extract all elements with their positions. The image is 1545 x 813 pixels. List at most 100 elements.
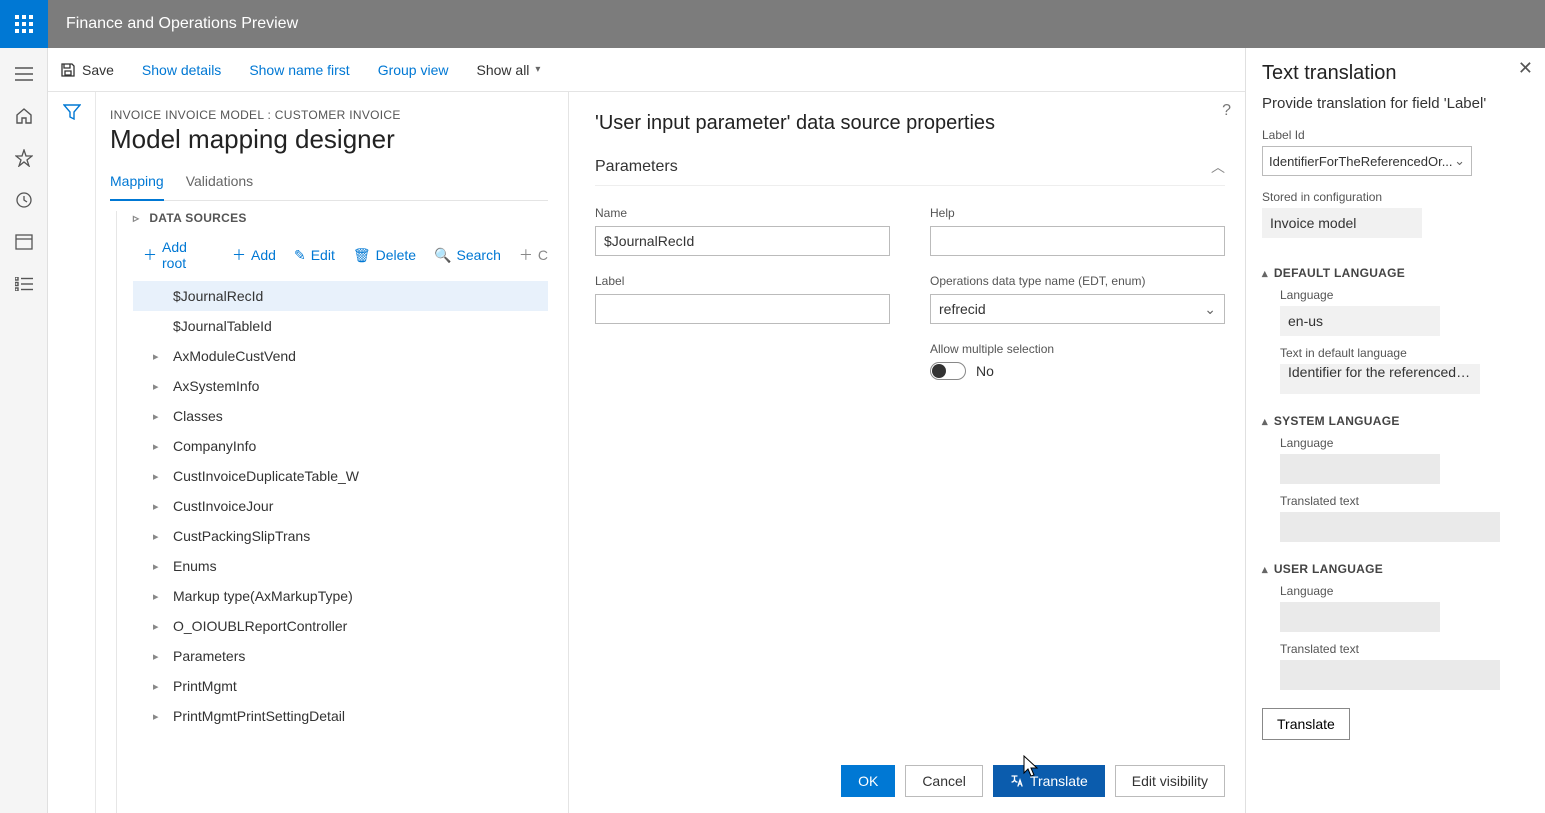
trash-icon: 🗑 — [353, 247, 371, 264]
help-input[interactable] — [930, 226, 1225, 256]
translate-icon — [1010, 774, 1024, 788]
user-language-input[interactable] — [1280, 602, 1440, 632]
datasource-label: CompanyInfo — [173, 438, 256, 454]
edit-label: Edit — [311, 247, 335, 263]
translate-action-button[interactable]: Translate — [1262, 708, 1350, 740]
caret-icon[interactable]: ▴ — [1262, 267, 1268, 280]
expand-icon[interactable]: ▸ — [153, 560, 163, 573]
expand-icon[interactable]: ▸ — [153, 350, 163, 363]
favorites-icon[interactable] — [14, 148, 34, 168]
help-label: Help — [930, 206, 1225, 220]
show-name-first-button[interactable]: Show name first — [249, 62, 349, 78]
add-root-button[interactable]: ＋Add root — [143, 239, 214, 271]
name-input[interactable] — [595, 226, 890, 256]
datasource-label: CustInvoiceDuplicateTable_W — [173, 468, 359, 484]
user-text-input[interactable] — [1280, 660, 1500, 690]
expand-icon[interactable]: ▸ — [153, 500, 163, 513]
datasource-row[interactable]: ▸ AxSystemInfo — [133, 371, 548, 401]
datasources-header: DATA SOURCES — [149, 211, 246, 225]
filter-icon[interactable] — [63, 104, 81, 813]
expand-icon[interactable]: ▸ — [153, 650, 163, 663]
expand-icon[interactable]: ▸ — [153, 680, 163, 693]
datasource-label: $JournalTableId — [173, 318, 272, 334]
datasource-row[interactable]: ▸Markup type(AxMarkupType) — [133, 581, 548, 611]
datasource-row[interactable]: ▸ CompanyInfo — [133, 431, 548, 461]
help-icon[interactable]: ? — [1222, 102, 1231, 120]
system-text-input[interactable] — [1280, 512, 1500, 542]
app-title: Finance and Operations Preview — [48, 15, 316, 33]
breadcrumb: INVOICE INVOICE MODEL : CUSTOMER INVOICE — [110, 108, 548, 122]
chevron-down-icon: ⌄ — [1454, 153, 1465, 169]
user-language-label: Language — [1280, 584, 1529, 598]
show-details-button[interactable]: Show details — [142, 62, 221, 78]
edit-button[interactable]: ✎Edit — [294, 239, 335, 271]
datasource-row[interactable]: ▸CustPackingSlipTrans — [133, 521, 548, 551]
datasource-row[interactable]: ▸$JournalTableId — [133, 311, 548, 341]
modules-icon[interactable] — [14, 274, 34, 294]
save-label: Save — [82, 62, 114, 78]
show-all-button[interactable]: Show all ▾ — [477, 62, 541, 78]
label-input[interactable] — [595, 294, 890, 324]
datasource-row[interactable]: ▸ CustInvoiceJour — [133, 491, 548, 521]
datasource-row[interactable]: ▸$JournalRecId — [133, 281, 548, 311]
datasource-label: AxSystemInfo — [173, 378, 259, 394]
system-language-input[interactable] — [1280, 454, 1440, 484]
datasource-row[interactable]: ▸PrintMgmtPrintSettingDetail — [133, 701, 548, 731]
expand-icon[interactable]: ▸ — [153, 440, 163, 453]
delete-label: Delete — [376, 247, 416, 263]
datasource-row[interactable]: ▸Classes — [133, 401, 548, 431]
datasource-row[interactable]: ▸Enums — [133, 551, 548, 581]
caret-icon[interactable]: ▴ — [1262, 415, 1268, 428]
collapse-icon[interactable]: ︿ — [1211, 157, 1225, 177]
allow-multi-value: No — [976, 363, 994, 379]
search-button[interactable]: 🔍Search — [434, 239, 501, 271]
labelid-value: IdentifierForTheReferencedOr... — [1269, 154, 1453, 169]
default-language-label: Language — [1280, 288, 1529, 302]
expand-icon[interactable]: ▹ — [133, 211, 139, 225]
expand-icon[interactable]: ▸ — [153, 590, 163, 603]
stored-label: Stored in configuration — [1262, 190, 1529, 204]
add-button[interactable]: ＋Add — [232, 239, 276, 271]
page-title: Model mapping designer — [110, 124, 548, 155]
edt-select[interactable]: refrecid ⌄ — [930, 294, 1225, 324]
expand-icon[interactable]: ▸ — [153, 530, 163, 543]
caret-icon[interactable]: ▴ — [1262, 563, 1268, 576]
app-launcher[interactable] — [0, 0, 48, 48]
delete-button[interactable]: 🗑 Delete — [353, 239, 416, 271]
datasource-row[interactable]: ▸ PrintMgmt — [133, 671, 548, 701]
dialog-title: 'User input parameter' data source prope… — [595, 112, 1225, 135]
tab-validations[interactable]: Validations — [186, 169, 253, 200]
group-view-button[interactable]: Group view — [378, 62, 449, 78]
edt-value: refrecid — [939, 301, 986, 317]
allow-multi-toggle[interactable] — [930, 362, 966, 380]
datasource-label: PrintMgmt — [173, 678, 237, 694]
datasource-row[interactable]: ▸Parameters — [133, 641, 548, 671]
datasource-row[interactable]: ▸O_OIOUBLReportController — [133, 611, 548, 641]
add-root-label: Add root — [162, 239, 214, 271]
expand-icon[interactable]: ▸ — [153, 710, 163, 723]
translation-title: Text translation — [1262, 62, 1529, 85]
cancel-button[interactable]: Cancel — [905, 765, 983, 797]
save-button[interactable]: Save — [60, 62, 114, 78]
hamburger-icon[interactable] — [14, 64, 34, 84]
tab-mapping[interactable]: Mapping — [110, 169, 164, 201]
more-button[interactable]: ＋C — [519, 239, 548, 271]
ok-button[interactable]: OK — [841, 765, 895, 797]
default-language-header: DEFAULT LANGUAGE — [1274, 266, 1405, 280]
translation-subtitle: Provide translation for field 'Label' — [1262, 95, 1529, 112]
expand-icon[interactable]: ▸ — [153, 470, 163, 483]
translate-button[interactable]: Translate — [993, 765, 1105, 797]
labelid-select[interactable]: IdentifierForTheReferencedOr... ⌄ — [1262, 146, 1472, 176]
close-icon[interactable]: ✕ — [1518, 58, 1533, 79]
home-icon[interactable] — [14, 106, 34, 126]
datasource-row[interactable]: ▸AxModuleCustVend — [133, 341, 548, 371]
user-language-header: USER LANGUAGE — [1274, 562, 1383, 576]
datasource-row[interactable]: ▸ CustInvoiceDuplicateTable_W — [133, 461, 548, 491]
expand-icon[interactable]: ▸ — [153, 380, 163, 393]
expand-icon[interactable]: ▸ — [153, 620, 163, 633]
expand-icon[interactable]: ▸ — [153, 410, 163, 423]
edit-visibility-button[interactable]: Edit visibility — [1115, 765, 1225, 797]
datasource-label: CustInvoiceJour — [173, 498, 273, 514]
workspaces-icon[interactable] — [14, 232, 34, 252]
recent-icon[interactable] — [14, 190, 34, 210]
